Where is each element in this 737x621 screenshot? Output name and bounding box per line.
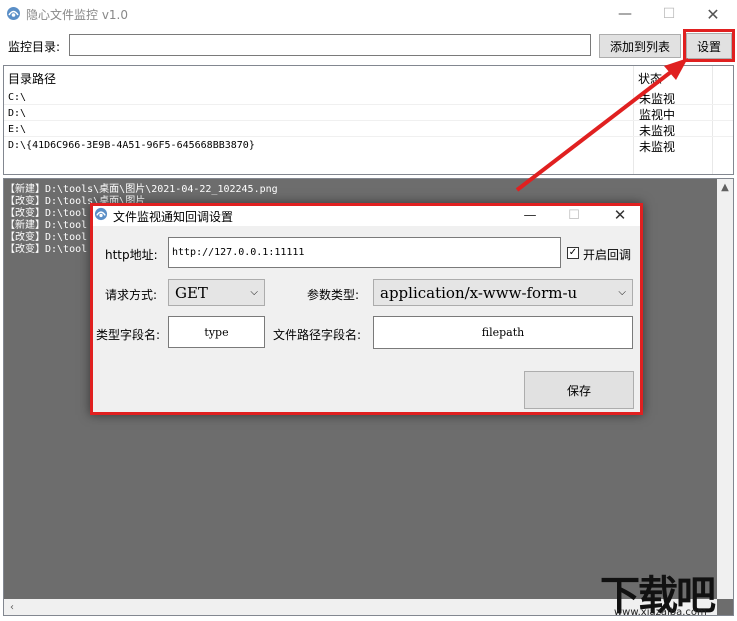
scroll-left-icon[interactable]: ‹ bbox=[4, 599, 20, 615]
http-address-input[interactable]: http://127.0.0.1:11111 bbox=[168, 237, 561, 268]
column-header-status[interactable]: 状态 bbox=[638, 70, 662, 87]
add-to-list-button[interactable]: 添加到列表 bbox=[599, 34, 681, 58]
vertical-scrollbar[interactable]: ▲ bbox=[717, 179, 733, 599]
param-type-label: 参数类型: bbox=[307, 288, 360, 302]
list-item-status: 监视中 bbox=[639, 108, 676, 122]
request-method-label: 请求方式: bbox=[105, 288, 158, 302]
list-item-status: 未监视 bbox=[639, 124, 676, 138]
enable-callback-checkbox[interactable]: ✓ bbox=[567, 247, 579, 259]
list-item-path[interactable]: C:\ bbox=[8, 92, 26, 103]
dialog-logo-icon bbox=[94, 207, 108, 221]
close-button[interactable]: ✕ bbox=[691, 0, 735, 28]
monitor-dir-label: 监控目录: bbox=[8, 40, 61, 54]
type-field-input[interactable]: type bbox=[168, 316, 265, 348]
request-method-select[interactable]: GET ⌵ bbox=[168, 279, 265, 306]
list-item-status: 未监视 bbox=[639, 92, 676, 106]
row-divider bbox=[4, 120, 733, 121]
list-item-status: 未监视 bbox=[639, 140, 676, 154]
list-item-path[interactable]: D:\{41D6C966-3E9B-4A51-96F5-645668BB3870… bbox=[8, 140, 255, 151]
save-button[interactable]: 保存 bbox=[524, 371, 634, 409]
dialog-minimize-button[interactable]: — bbox=[507, 204, 553, 226]
dialog-title: 文件监视通知回调设置 bbox=[113, 210, 234, 224]
settings-highlight-box bbox=[683, 29, 735, 62]
column-header-path[interactable]: 目录路径 bbox=[8, 70, 56, 87]
enable-callback-label[interactable]: 开启回调 bbox=[583, 246, 631, 263]
row-divider bbox=[4, 136, 733, 137]
monitor-dir-input[interactable] bbox=[69, 34, 591, 56]
request-method-value: GET bbox=[175, 283, 208, 302]
http-address-label: http地址: bbox=[105, 248, 158, 262]
scroll-up-icon[interactable]: ▲ bbox=[717, 179, 733, 195]
dialog-maximize-button[interactable]: ☐ bbox=[551, 204, 597, 226]
log-line: 【改变】D:\tool bbox=[5, 244, 88, 255]
dialog-close-button[interactable]: ✕ bbox=[597, 204, 643, 226]
param-type-select[interactable]: application/x-www-form-u ⌵ bbox=[373, 279, 633, 306]
list-item-path[interactable]: D:\ bbox=[8, 108, 26, 119]
maximize-button[interactable]: ☐ bbox=[647, 0, 691, 28]
path-field-label: 文件路径字段名: bbox=[273, 328, 362, 342]
path-field-input[interactable]: filepath bbox=[373, 316, 633, 349]
app-logo-icon bbox=[7, 7, 20, 20]
window-title: 隐心文件监控 v1.0 bbox=[26, 8, 129, 22]
list-item-path[interactable]: E:\ bbox=[8, 124, 26, 135]
row-divider bbox=[4, 104, 733, 105]
chevron-down-icon: ⌵ bbox=[250, 287, 258, 298]
chevron-down-icon: ⌵ bbox=[618, 287, 626, 298]
type-field-label: 类型字段名: bbox=[96, 328, 161, 342]
param-type-value: application/x-www-form-u bbox=[380, 283, 578, 302]
minimize-button[interactable]: — bbox=[603, 0, 647, 28]
watermark-url: www.xiazaiba.com bbox=[614, 607, 707, 618]
